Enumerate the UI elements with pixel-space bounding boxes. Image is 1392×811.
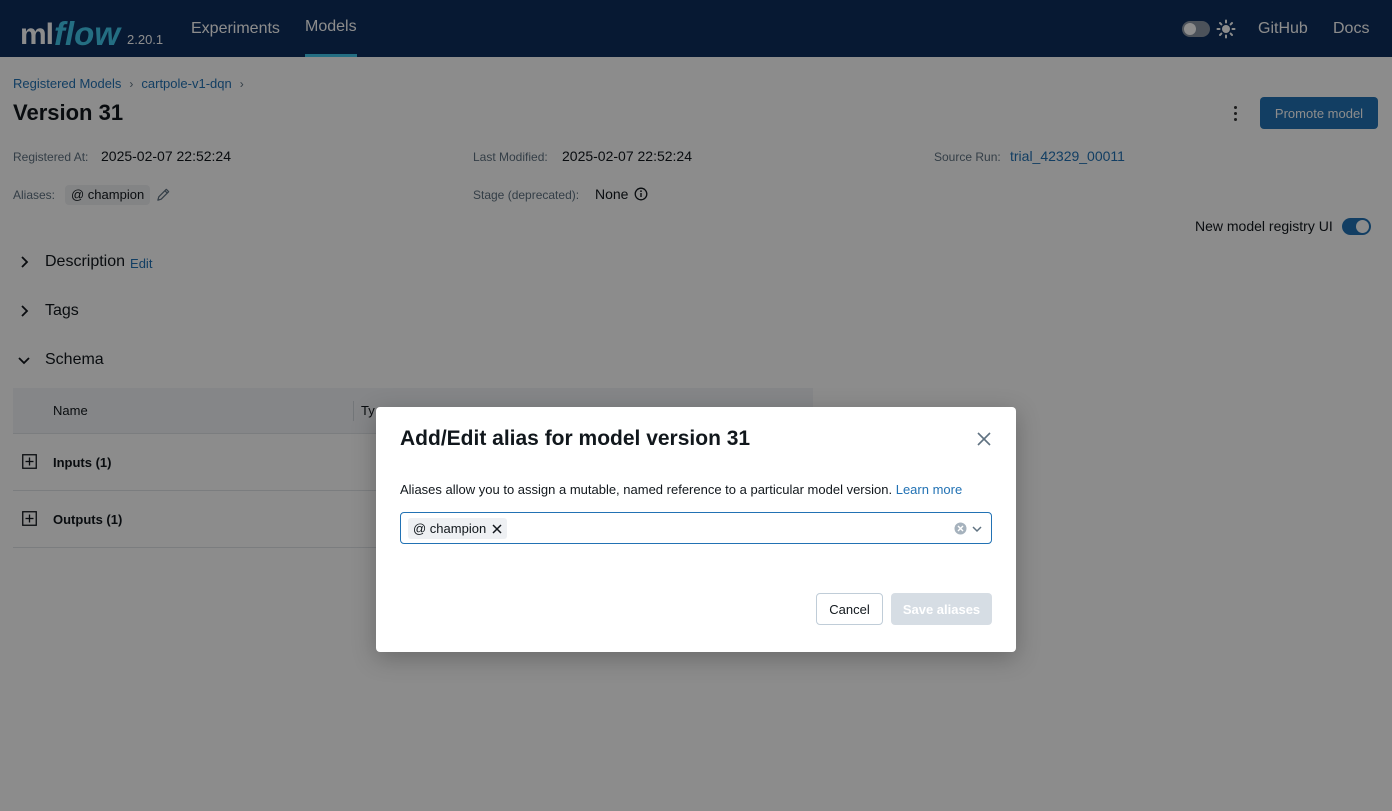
modal-description-text: Aliases allow you to assign a mutable, n… [400, 482, 893, 497]
save-aliases-button[interactable]: Save aliases [891, 593, 992, 625]
alias-select-input[interactable]: @ champion [400, 512, 992, 544]
edit-alias-modal: Add/Edit alias for model version 31 Alia… [376, 407, 1016, 652]
learn-more-link[interactable]: Learn more [896, 482, 962, 497]
remove-alias-icon[interactable] [491, 523, 503, 535]
selected-alias-chip: @ champion [408, 518, 508, 539]
clear-selection-icon[interactable] [954, 522, 967, 535]
selected-alias-label: @ champion [413, 521, 487, 536]
modal-title: Add/Edit alias for model version 31 [400, 427, 751, 450]
close-icon[interactable] [976, 431, 992, 447]
cancel-button[interactable]: Cancel [816, 593, 883, 625]
modal-description: Aliases allow you to assign a mutable, n… [400, 482, 962, 497]
modal-backdrop[interactable] [0, 0, 1392, 811]
chevron-down-icon[interactable] [971, 523, 983, 535]
